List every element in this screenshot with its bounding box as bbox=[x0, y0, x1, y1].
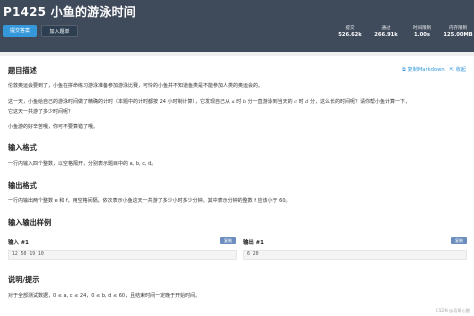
copy-markdown-button[interactable]: ⧉ 复制Markdown bbox=[402, 66, 445, 74]
description-paragraph: 小鱼游的好辛苦哦，你可不要算错了哦。 bbox=[8, 124, 99, 130]
output-format-text: 一行内输出两个整数 e 和 f，用空格间隔，依次表示小鱼这天一共游了多少小时多少… bbox=[8, 198, 291, 204]
stat-label: 内存限制 bbox=[449, 26, 467, 31]
sample-output-label: 输出 #1 bbox=[243, 240, 264, 246]
problem-stats: 提交 526.62k 通过 266.91k 时间限制 1.00s 内存限制 12… bbox=[329, 26, 473, 39]
description-text: 这么长的时间呢？请你帮小鱼计算一下， bbox=[320, 99, 411, 105]
problem-title: P1425 小鱼的游泳时间 bbox=[3, 5, 136, 19]
watermark: CSDN @哀哥心酸 bbox=[435, 308, 470, 313]
copy-markdown-label: 复制Markdown bbox=[407, 67, 445, 73]
stat-accepted: 通过 266.91k bbox=[371, 26, 401, 39]
stat-value: 125.00MB bbox=[443, 32, 473, 38]
stat-value: 266.91k bbox=[374, 32, 398, 38]
input-format-text: 一行内输入四个整数，以空格隔开，分别表示题目中的 a, b, c, d。 bbox=[8, 161, 157, 167]
problem-toolbar: ⧉ 复制Markdown ⇱ 收起 bbox=[402, 66, 466, 74]
stat-submissions: 提交 526.62k bbox=[335, 26, 365, 39]
output-format-heading: 输出格式 bbox=[8, 181, 37, 190]
samples-heading: 输入输出样例 bbox=[8, 218, 52, 227]
input-format-heading: 输入格式 bbox=[8, 143, 37, 152]
stat-time-limit: 时间限制 1.00s bbox=[407, 26, 437, 39]
problem-card bbox=[0, 56, 474, 316]
sample-input-box: 12 50 19 10 bbox=[8, 250, 237, 260]
hint-heading: 说明/提示 bbox=[8, 275, 40, 284]
stat-value: 1.00s bbox=[414, 32, 430, 38]
description-paragraph: 它这天一共游了多少时间呢？ bbox=[8, 109, 74, 115]
stat-label: 提交 bbox=[345, 26, 355, 31]
sample-output-box: 6 20 bbox=[243, 250, 467, 260]
sample-input-label: 输入 #1 bbox=[8, 240, 29, 246]
stat-label: 时间限制 bbox=[413, 26, 431, 31]
add-to-list-button[interactable]: 加入题单 bbox=[41, 25, 78, 37]
description-heading: 题目描述 bbox=[8, 66, 37, 75]
collapse-button[interactable]: ⇱ 收起 bbox=[450, 66, 466, 74]
hint-text: 对于全部测试数据，0 ≤ a, c ≤ 24，0 ≤ b, d ≤ 60，且结束… bbox=[8, 293, 201, 299]
description-text: 这一天，小鱼给自己的游泳时间做了精确的计时（本题中的计时都按 24 小时制计算）… bbox=[8, 99, 231, 105]
stat-label: 通过 bbox=[381, 26, 391, 31]
collapse-label: 收起 bbox=[455, 67, 466, 73]
submit-answer-button[interactable]: 提交答案 bbox=[3, 25, 37, 37]
copy-input-button[interactable]: 复制 bbox=[220, 237, 236, 244]
description-paragraph: 这一天，小鱼给自己的游泳时间做了精确的计时（本题中的计时都按 24 小时制计算）… bbox=[8, 99, 411, 105]
stat-memory-limit: 内存限制 125.00MB bbox=[443, 26, 473, 39]
copy-output-button[interactable]: 复制 bbox=[451, 237, 467, 244]
problem-header: P1425 小鱼的游泳时间 提交答案 加入题单 提交 526.62k 通过 26… bbox=[0, 0, 474, 52]
description-paragraph: 伦敦奥运会要到了，小鱼在拼命练习游泳准备参加游泳比赛，可怜的小鱼并不知道鱼类是不… bbox=[8, 83, 264, 89]
stat-value: 526.62k bbox=[338, 32, 362, 38]
